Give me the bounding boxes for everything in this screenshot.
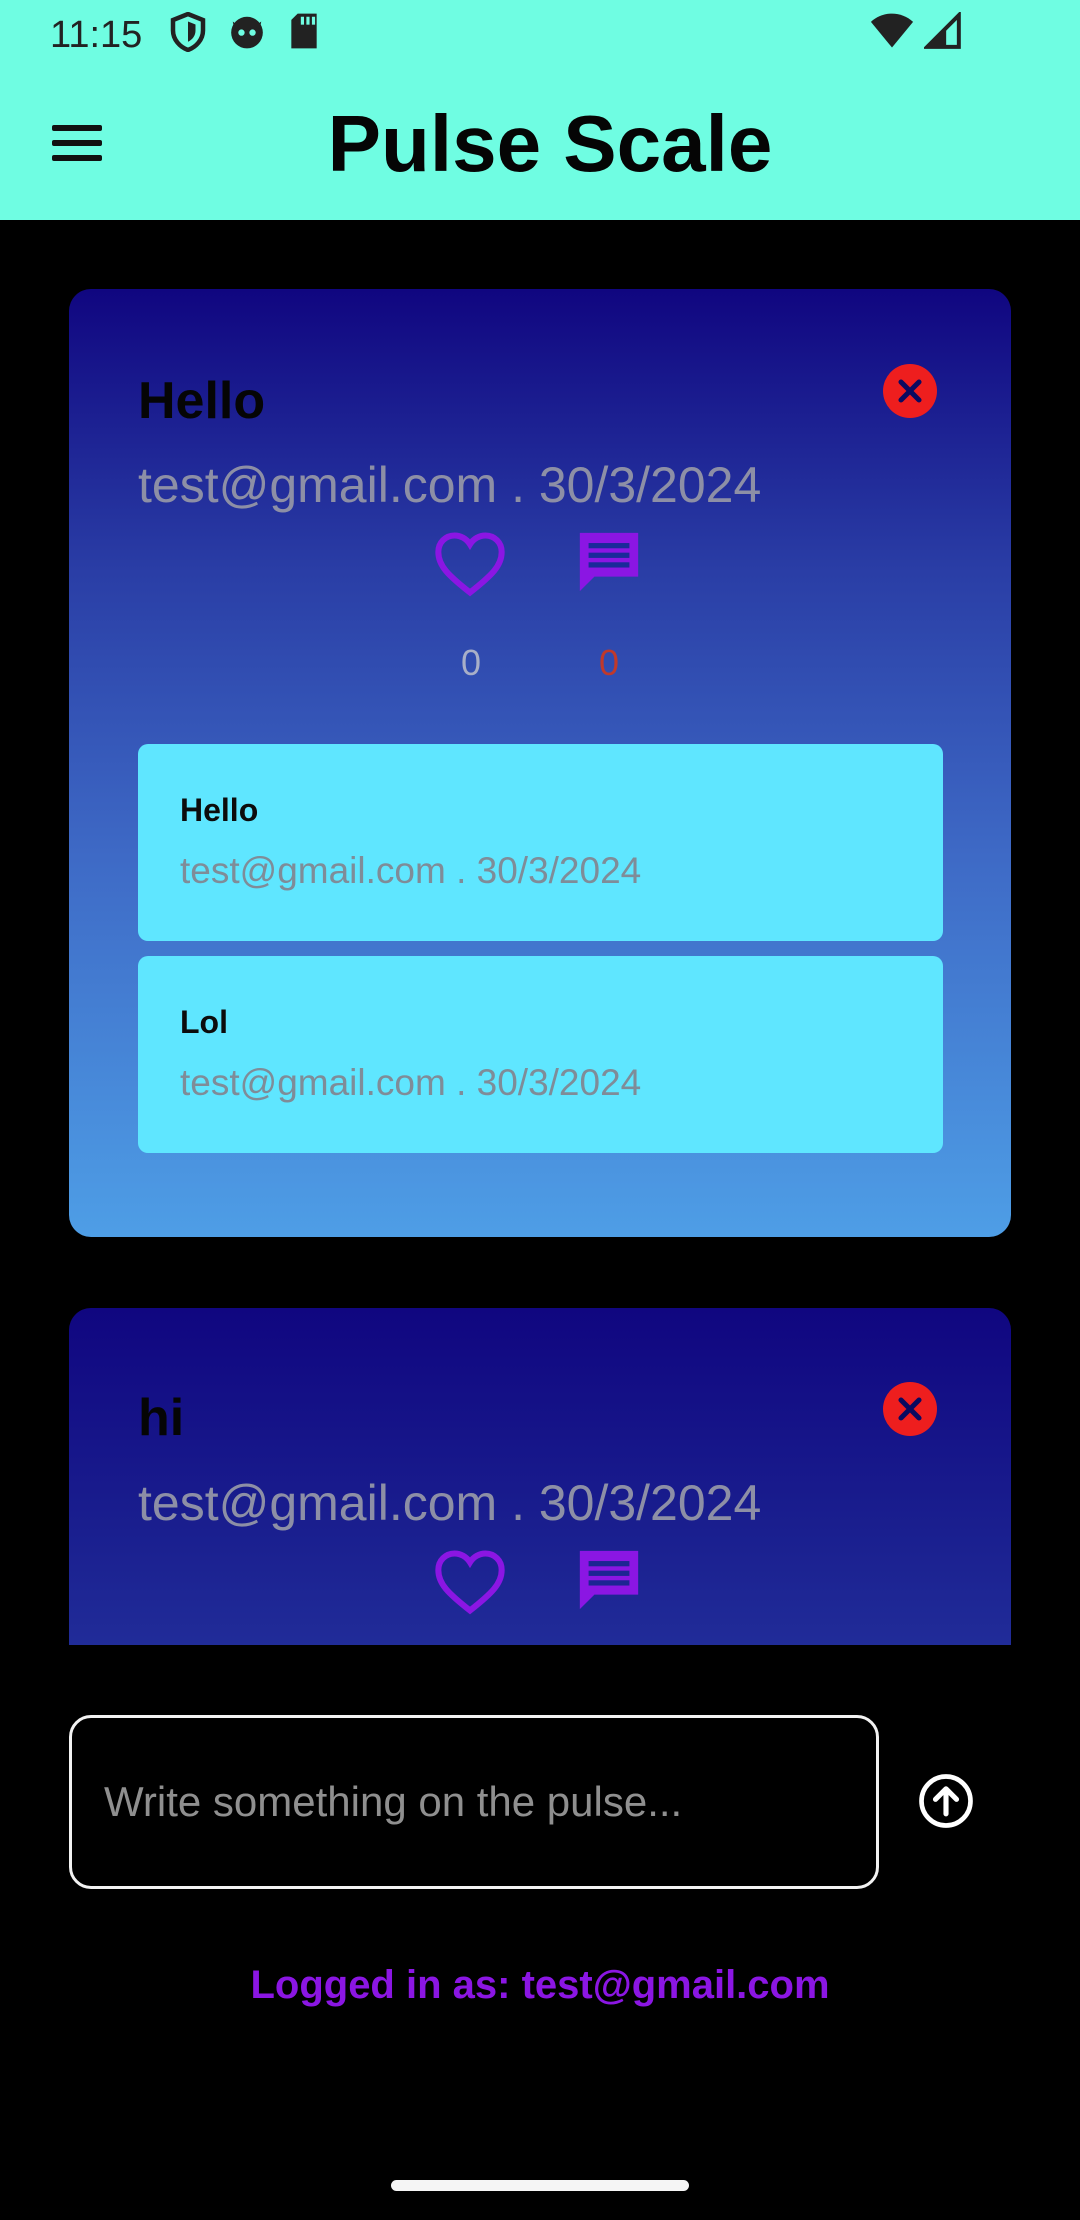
home-indicator[interactable] [391,2180,689,2191]
status-icons-right [870,12,962,50]
comment-meta: test@gmail.com . 30/3/2024 [180,1062,642,1103]
arrow-up-circle-icon[interactable] [918,1773,974,1829]
comment-icon[interactable] [571,527,647,597]
signal-icon [924,12,961,49]
post-input[interactable] [72,1718,876,1886]
delete-post-button[interactable] [883,364,937,418]
delete-post-button[interactable] [883,1382,937,1436]
post-card: hi test@gmail.com . 30/3/2024 [69,1308,1011,1645]
post-meta: test@gmail.com . 30/3/2024 [138,1475,762,1531]
wifi-icon [870,13,914,48]
comment-item: Hello test@gmail.com . 30/3/2024 [138,744,943,941]
cat-face-icon [231,16,263,49]
status-time: 11:15 [50,14,143,56]
close-icon [898,1397,922,1421]
post-card: Hello test@gmail.com . 30/3/2024 0 0 Hel… [69,289,1011,1237]
page-title: Pulse Scale [327,99,773,188]
heart-icon[interactable] [432,529,508,599]
sd-card-icon [291,13,317,49]
app-header: 11:15 Pulse Scale [0,0,1080,220]
close-icon [898,379,922,403]
heart-icon[interactable] [432,1547,508,1617]
comment-meta: test@gmail.com . 30/3/2024 [180,850,642,891]
shield-icon [170,12,206,52]
status-icons-left [170,12,320,52]
comment-icon[interactable] [571,1545,647,1615]
comment-item: Lol test@gmail.com . 30/3/2024 [138,956,943,1153]
post-feed[interactable]: Hello test@gmail.com . 30/3/2024 0 0 Hel… [0,220,1080,1645]
comment-count: 0 [598,642,620,683]
comment-text: Lol [180,1004,228,1040]
post-title: Hello [138,372,266,430]
post-meta: test@gmail.com . 30/3/2024 [138,457,762,513]
post-title: hi [138,1389,185,1447]
logged-in-label: Logged in as: test@gmail.com [250,1963,830,2007]
like-count: 0 [460,642,482,683]
post-composer [69,1715,879,1889]
comment-text: Hello [180,792,259,828]
